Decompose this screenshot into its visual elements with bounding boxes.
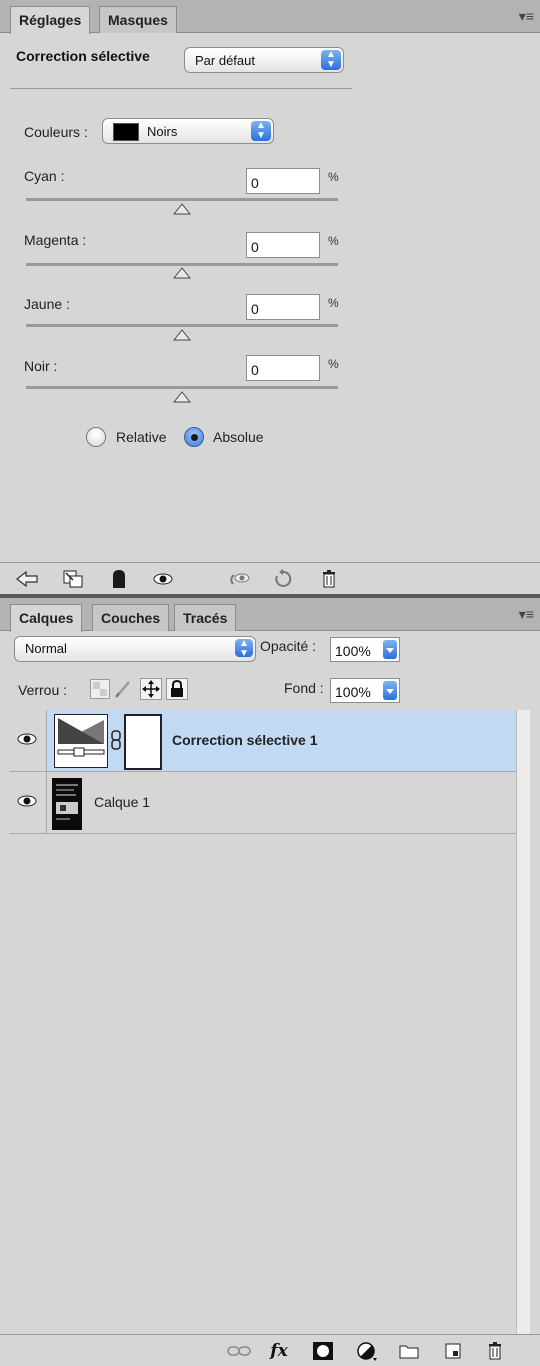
magenta-slider-thumb[interactable] <box>173 267 191 279</box>
adjustments-bottom-toolbar <box>0 562 540 594</box>
colors-label: Couleurs : <box>24 124 88 140</box>
colors-value: Noirs <box>147 124 178 139</box>
lock-label: Verrou : <box>18 682 68 698</box>
radio-absolue[interactable] <box>184 427 204 447</box>
tab-couches[interactable]: Couches <box>92 604 170 631</box>
panel-menu-icon[interactable]: ▾≡ <box>519 606 534 623</box>
preset-select[interactable]: Par défaut ▲ ▼ <box>184 47 344 73</box>
fill-label: Fond : <box>284 680 324 696</box>
chevron-down-icon[interactable] <box>383 640 397 659</box>
fill-value: 100% <box>335 684 371 700</box>
layer-list: Correction sélective 1 Calque 1 <box>10 710 516 1364</box>
jaune-input[interactable]: 0 <box>246 294 320 320</box>
noir-slider-track[interactable] <box>26 386 338 389</box>
view-previous-icon[interactable] <box>226 567 252 591</box>
clip-to-layer-icon[interactable] <box>60 567 86 591</box>
tab-masques[interactable]: Masques <box>99 6 177 33</box>
layers-bottom-toolbar: fx <box>0 1334 540 1366</box>
reset-icon[interactable] <box>270 567 296 591</box>
preset-value: Par défaut <box>195 53 255 68</box>
layer-name[interactable]: Calque 1 <box>94 794 150 810</box>
magenta-input[interactable]: 0 <box>246 232 320 258</box>
layers-panel: Calques Couches Tracés ▾≡ Normal ▲ ▼ Opac… <box>0 598 540 1366</box>
link-layers-icon[interactable] <box>226 1339 252 1363</box>
layer-row[interactable]: Correction sélective 1 <box>10 710 516 772</box>
group-folder-icon[interactable] <box>396 1339 422 1363</box>
new-layer-icon[interactable] <box>440 1339 466 1363</box>
layer-thumbnail-icon <box>52 778 82 830</box>
jaune-unit: % <box>328 296 339 310</box>
radio-relative-label: Relative <box>116 429 167 445</box>
layers-tabbar: Calques Couches Tracés ▾≡ <box>0 598 540 632</box>
color-swatch <box>113 123 139 141</box>
layers-scrollbar[interactable] <box>516 710 530 1364</box>
eye-icon[interactable] <box>150 567 176 591</box>
eye-icon <box>17 795 37 807</box>
fill-input[interactable]: 100% <box>330 678 400 703</box>
adjustment-layer-icon[interactable] <box>354 1339 380 1363</box>
trash-icon[interactable] <box>316 567 342 591</box>
radio-absolue-label: Absolue <box>213 429 264 445</box>
adjustments-tabbar: Réglages Masques ▾≡ <box>0 0 540 34</box>
tab-reglages[interactable]: Réglages <box>10 6 91 34</box>
cyan-slider-track[interactable] <box>26 198 338 201</box>
radio-relative[interactable] <box>86 427 106 447</box>
divider <box>10 88 352 89</box>
opacity-input[interactable]: 100% <box>330 637 400 662</box>
slider-label-cyan: Cyan : <box>24 168 65 184</box>
lock-all-icon[interactable] <box>166 678 188 700</box>
back-arrow-icon[interactable] <box>14 567 40 591</box>
adjustments-panel: Réglages Masques ▾≡ Correction sélective… <box>0 0 540 594</box>
mask-icon[interactable] <box>106 567 132 591</box>
lock-transparent-icon[interactable] <box>90 679 110 699</box>
trash-icon[interactable] <box>482 1339 508 1363</box>
opacity-value: 100% <box>335 643 371 659</box>
colors-select[interactable]: Noirs ▲ ▼ <box>102 118 274 144</box>
cyan-input[interactable]: 0 <box>246 168 320 194</box>
lock-move-icon[interactable] <box>140 678 162 700</box>
visibility-toggle[interactable] <box>10 772 47 833</box>
tab-traces[interactable]: Tracés <box>174 604 237 631</box>
cyan-unit: % <box>328 170 339 184</box>
slider-label-magenta: Magenta : <box>24 232 87 248</box>
slider-label-noir: Noir : <box>24 358 58 374</box>
layer-mask-thumbnail[interactable] <box>124 714 162 770</box>
chevron-down-icon[interactable] <box>383 681 397 700</box>
chevron-updown-icon: ▲ ▼ <box>235 639 253 659</box>
jaune-slider-track[interactable] <box>26 324 338 327</box>
fx-icon[interactable]: fx <box>266 1339 292 1363</box>
layer-name[interactable]: Correction sélective 1 <box>172 732 318 748</box>
blend-mode-value: Normal <box>25 641 67 656</box>
magenta-slider-track[interactable] <box>26 263 338 266</box>
tab-calques[interactable]: Calques <box>10 604 83 632</box>
adjustment-thumbnail-icon <box>54 714 108 768</box>
chevron-updown-icon: ▲ ▼ <box>251 121 271 141</box>
adjustment-title: Correction sélective <box>16 48 150 64</box>
chain-link-icon[interactable] <box>111 730 121 750</box>
magenta-unit: % <box>328 234 339 248</box>
add-mask-icon[interactable] <box>310 1339 336 1363</box>
panel-menu-icon[interactable]: ▾≡ <box>519 8 534 25</box>
layer-row[interactable]: Calque 1 <box>10 772 516 834</box>
opacity-label: Opacité : <box>260 638 317 654</box>
cyan-slider-thumb[interactable] <box>173 203 191 215</box>
noir-unit: % <box>328 357 339 371</box>
slider-label-jaune: Jaune : <box>24 296 70 312</box>
visibility-toggle[interactable] <box>10 710 47 771</box>
lock-brush-icon[interactable] <box>114 679 134 699</box>
noir-slider-thumb[interactable] <box>173 391 191 403</box>
eye-icon <box>17 733 37 745</box>
jaune-slider-thumb[interactable] <box>173 329 191 341</box>
noir-input[interactable]: 0 <box>246 355 320 381</box>
blend-mode-select[interactable]: Normal ▲ ▼ <box>14 636 256 662</box>
chevron-updown-icon: ▲ ▼ <box>321 50 341 70</box>
